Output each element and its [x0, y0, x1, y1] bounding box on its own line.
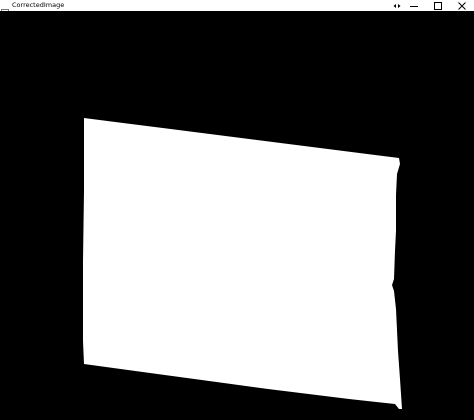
title-bar[interactable]: CorrectedImage — [0, 0, 474, 17]
window-app-icon — [1, 2, 9, 17]
maximize-icon[interactable] — [426, 0, 450, 11]
window-controls — [402, 0, 474, 11]
minimize-icon[interactable] — [402, 0, 426, 11]
corrected-image-window: CorrectedImage — [0, 0, 474, 420]
image-canvas — [0, 11, 474, 420]
expand-icon[interactable] — [392, 0, 402, 11]
window-title: CorrectedImage — [12, 1, 65, 9]
close-icon[interactable] — [450, 0, 474, 11]
corrected-image — [0, 11, 474, 420]
white-quadrilateral — [83, 118, 402, 409]
